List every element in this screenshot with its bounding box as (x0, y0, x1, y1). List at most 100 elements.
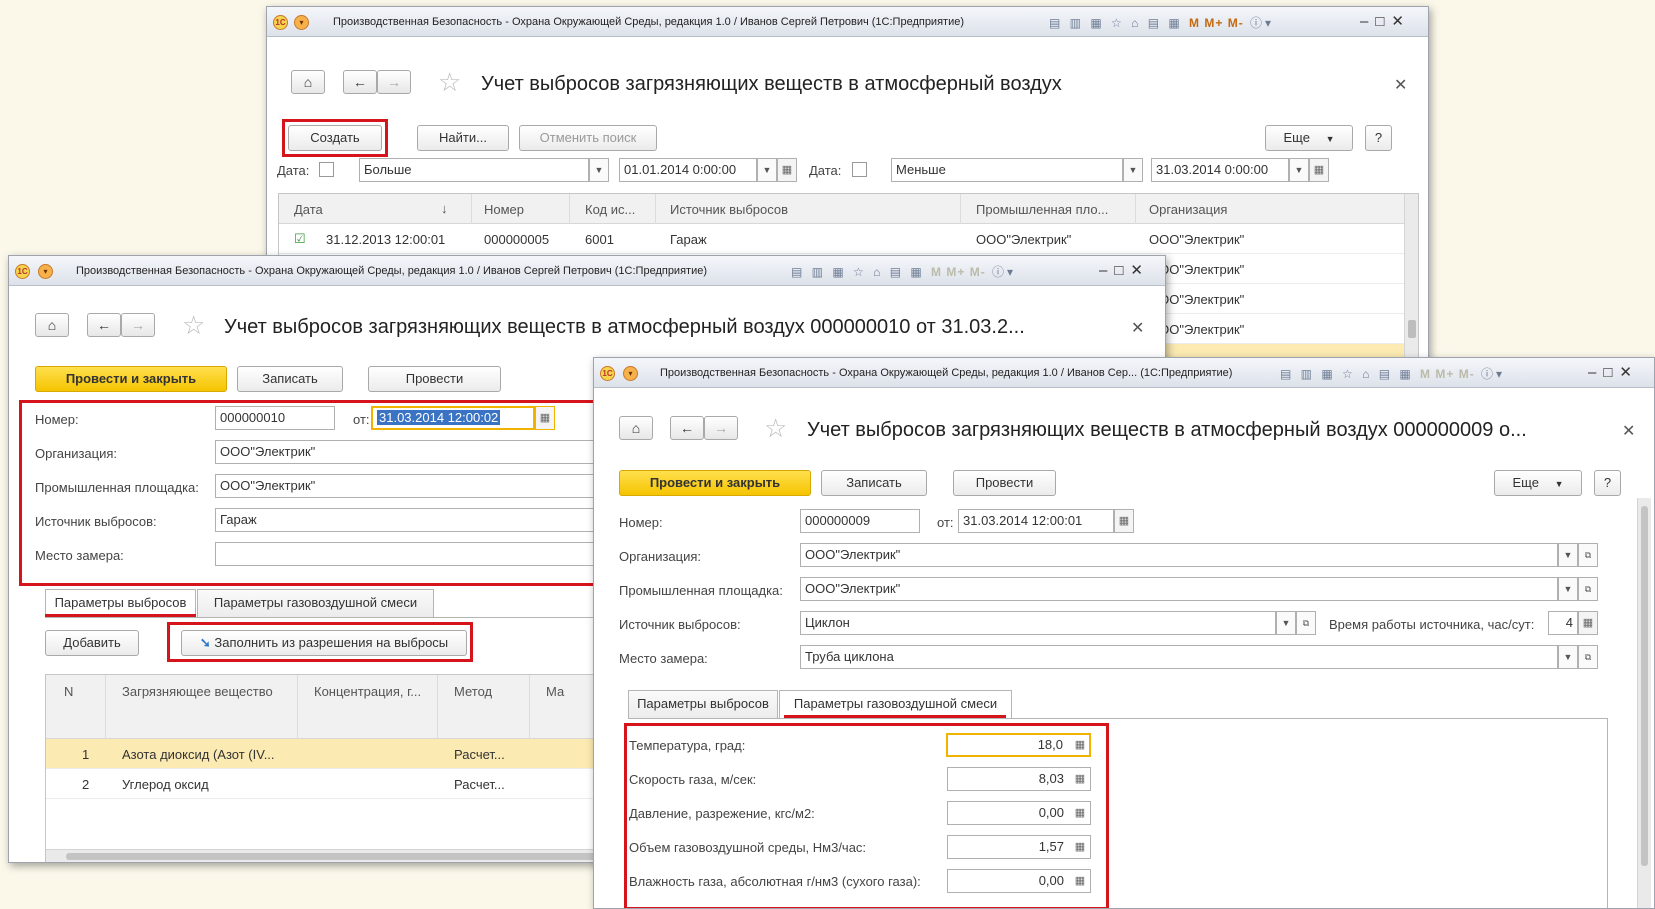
forward-button[interactable]: → (377, 70, 411, 94)
col-site[interactable]: Промышленная пло... (976, 202, 1108, 217)
hours-field[interactable]: 4 (1548, 611, 1578, 635)
col-number[interactable]: Номер (484, 202, 524, 217)
table-row[interactable]: ☑ 31.12.2013 12:00:01 000000005 6001 Гар… (279, 224, 1418, 254)
condition2-dropdown-icon[interactable]: ▼ (1123, 158, 1143, 182)
find-button[interactable]: Найти... (417, 125, 509, 151)
home-button[interactable]: ⌂ (619, 416, 653, 440)
filter-date2[interactable]: 31.03.2014 0:00:00 (1151, 158, 1289, 182)
date1-calendar-icon[interactable]: ▦ (777, 158, 797, 182)
cancel-search-button[interactable]: Отменить поиск (519, 125, 657, 151)
site-dropdown-icon[interactable]: ▼ (1558, 577, 1578, 601)
org-field[interactable]: ООО"Электрик" (215, 440, 595, 464)
tab-emission-params[interactable]: Параметры выбросов (628, 690, 778, 718)
site-field[interactable]: ООО"Электрик" (800, 577, 1558, 601)
close-form-icon[interactable]: ✕ (1394, 75, 1407, 95)
main-menu-icon[interactable]: ▾ (623, 366, 638, 381)
hours-calc-icon[interactable]: ▦ (1578, 611, 1598, 635)
filter-condition2[interactable]: Меньше (891, 158, 1123, 182)
date-field[interactable]: 31.03.2014 12:00:01 (958, 509, 1114, 533)
filter-date-checkbox[interactable] (319, 162, 334, 177)
home-button[interactable]: ⌂ (291, 70, 325, 94)
date-field[interactable]: 31.03.2014 12:00:02 (371, 406, 535, 430)
window-controls[interactable]: –□✕ (1099, 261, 1150, 279)
date-calendar-icon[interactable]: ▦ (535, 406, 555, 430)
site-field[interactable]: ООО"Электрик" (215, 474, 595, 498)
main-menu-icon[interactable]: ▾ (294, 15, 309, 30)
add-button[interactable]: Добавить (45, 630, 139, 656)
back-button[interactable]: ← (87, 313, 121, 337)
favorite-star-icon[interactable]: ☆ (182, 312, 205, 338)
fill-from-permit-button[interactable]: ➘ Заполнить из разрешения на выбросы (181, 630, 467, 656)
volume-calc-icon[interactable]: ▦ (1070, 836, 1090, 858)
date-calendar-icon[interactable]: ▦ (1114, 509, 1134, 533)
post-button[interactable]: Провести (368, 366, 501, 392)
source-field[interactable]: Гараж (215, 508, 595, 532)
title-toolbar-icons[interactable]: ▤ ▥ ▦ ☆ ⌂ ▤ ▦ M M+ M- ⓘ▾ (791, 263, 1016, 280)
main-menu-icon[interactable]: ▾ (38, 264, 53, 279)
col-mass[interactable]: Ма (546, 684, 564, 699)
filter-date2-checkbox[interactable] (852, 162, 867, 177)
place-field[interactable] (215, 542, 595, 566)
save-button[interactable]: Записать (237, 366, 343, 392)
close-form-icon[interactable]: ✕ (1131, 318, 1144, 338)
date2-dropdown-icon[interactable]: ▼ (1289, 158, 1309, 182)
forward-button[interactable]: → (704, 416, 738, 440)
col-n[interactable]: N (64, 684, 73, 699)
source-dropdown-icon[interactable]: ▼ (1276, 611, 1296, 635)
org-dropdown-icon[interactable]: ▼ (1558, 543, 1578, 567)
back-button[interactable]: ← (670, 416, 704, 440)
date1-dropdown-icon[interactable]: ▼ (757, 158, 777, 182)
org-field[interactable]: ООО"Электрик" (800, 543, 1558, 567)
cell-substance: Азота диоксид (Азот (IV... (122, 747, 275, 762)
pressure-calc-icon[interactable]: ▦ (1070, 802, 1090, 824)
help-button[interactable]: ? (1365, 125, 1392, 151)
save-button[interactable]: Записать (821, 470, 927, 496)
temperature-calc-icon[interactable]: ▦ (1070, 735, 1090, 755)
vertical-scrollbar[interactable] (1637, 498, 1651, 908)
h-scroll-thumb[interactable] (66, 853, 626, 860)
number-field[interactable]: 000000009 (800, 509, 920, 533)
tab-gas-mixture[interactable]: Параметры газовоздушной смеси (197, 589, 434, 617)
condition1-dropdown-icon[interactable]: ▼ (589, 158, 609, 182)
scroll-thumb[interactable] (1641, 506, 1648, 866)
col-code[interactable]: Код ис... (585, 202, 635, 217)
filter-date1[interactable]: 01.01.2014 0:00:00 (619, 158, 757, 182)
number-field[interactable]: 000000010 (215, 406, 335, 430)
col-substance[interactable]: Загрязняющее вещество (122, 684, 273, 699)
title-toolbar-icons[interactable]: ▤ ▥ ▦ ☆ ⌂ ▤ ▦ M M+ M- ⓘ▾ (1049, 14, 1274, 31)
org-open-icon[interactable]: ⧉ (1578, 543, 1598, 567)
place-dropdown-icon[interactable]: ▼ (1558, 645, 1578, 669)
site-open-icon[interactable]: ⧉ (1578, 577, 1598, 601)
window-controls[interactable]: –□✕ (1360, 12, 1411, 30)
title-toolbar-icons[interactable]: ▤ ▥ ▦ ☆ ⌂ ▤ ▦ M M+ M- ⓘ▾ (1280, 365, 1505, 382)
gas-speed-calc-icon[interactable]: ▦ (1070, 768, 1090, 790)
source-field[interactable]: Циклон (800, 611, 1276, 635)
col-concentration[interactable]: Концентрация, г... (314, 684, 421, 699)
date2-calendar-icon[interactable]: ▦ (1309, 158, 1329, 182)
filter-condition1[interactable]: Больше (359, 158, 589, 182)
create-button[interactable]: Создать (288, 125, 382, 151)
help-button[interactable]: ? (1594, 470, 1621, 496)
more-menu-button[interactable]: Еще ▼ (1494, 470, 1582, 496)
1c-logo-icon: 1С (600, 366, 615, 381)
source-open-icon[interactable]: ⧉ (1296, 611, 1316, 635)
forward-button[interactable]: → (121, 313, 155, 337)
col-method[interactable]: Метод (454, 684, 492, 699)
back-button[interactable]: ← (343, 70, 377, 94)
col-date[interactable]: Дата (294, 202, 323, 217)
humidity-calc-icon[interactable]: ▦ (1070, 870, 1090, 892)
favorite-star-icon[interactable]: ☆ (438, 69, 461, 95)
home-button[interactable]: ⌂ (35, 313, 69, 337)
place-field[interactable]: Труба циклона (800, 645, 1558, 669)
col-source[interactable]: Источник выбросов (670, 202, 788, 217)
post-and-close-button[interactable]: Провести и закрыть (619, 470, 811, 496)
col-org[interactable]: Организация (1149, 202, 1227, 217)
favorite-star-icon[interactable]: ☆ (764, 415, 787, 441)
more-menu-button[interactable]: Еще ▼ (1265, 125, 1353, 151)
post-button[interactable]: Провести (953, 470, 1056, 496)
post-and-close-button[interactable]: Провести и закрыть (35, 366, 227, 392)
window-controls[interactable]: –□✕ (1588, 363, 1639, 381)
scroll-thumb[interactable] (1408, 320, 1416, 338)
place-open-icon[interactable]: ⧉ (1578, 645, 1598, 669)
close-form-icon[interactable]: ✕ (1622, 421, 1635, 441)
